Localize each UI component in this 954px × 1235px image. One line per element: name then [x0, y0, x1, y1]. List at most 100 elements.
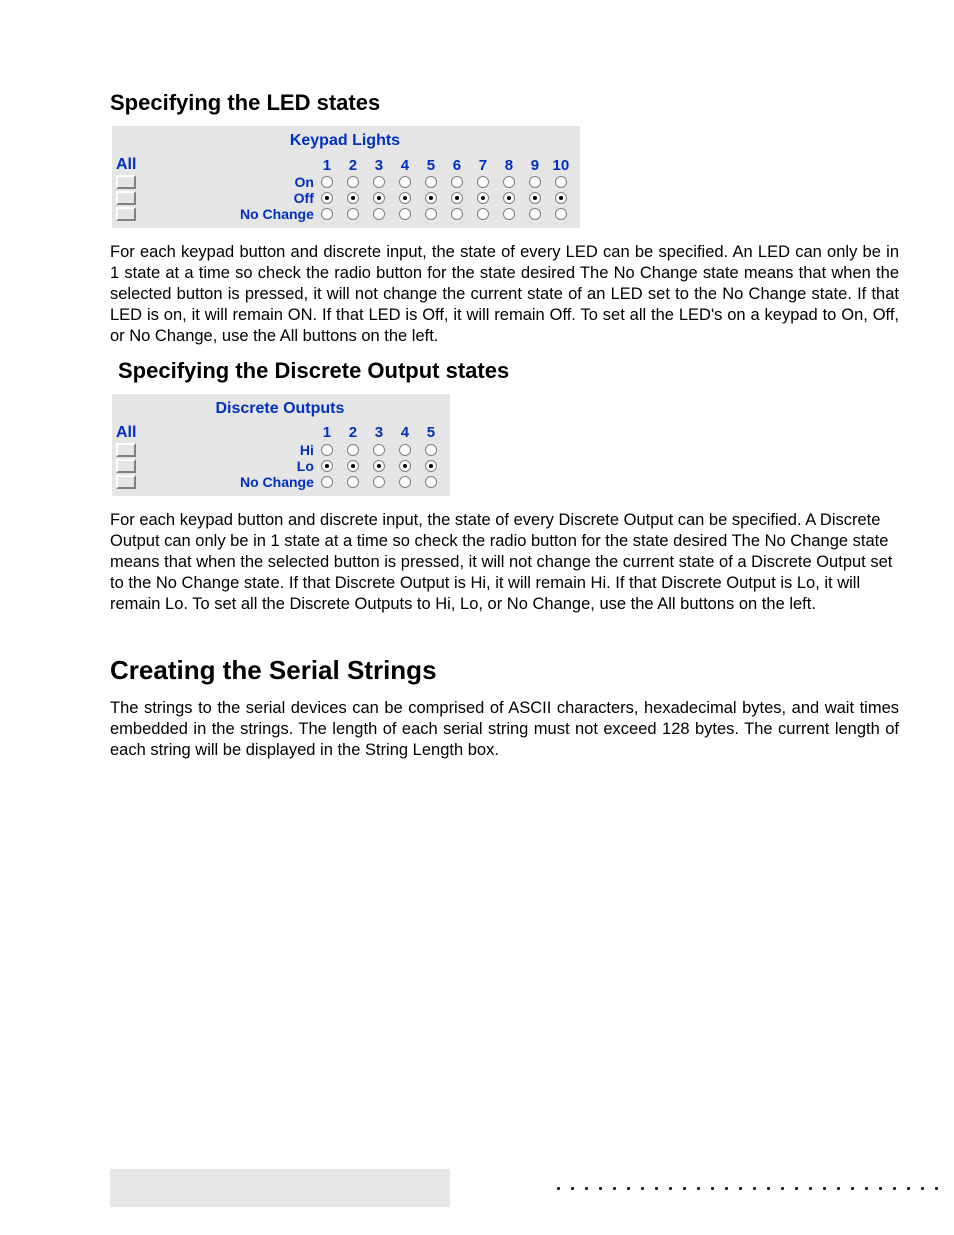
led-column-8: 8: [496, 156, 522, 174]
led-radio-off-5[interactable]: [425, 192, 437, 204]
discrete-radio-lo-2[interactable]: [347, 460, 359, 472]
led-radio-no-change-6[interactable]: [451, 208, 463, 220]
discrete-row-label-no-change: No Change: [240, 474, 314, 490]
discrete-radio-hi-3[interactable]: [373, 444, 385, 456]
discrete-row-label-lo: Lo: [240, 458, 314, 474]
led-all-button-on[interactable]: [116, 175, 136, 189]
discrete-radio-lo-5[interactable]: [425, 460, 437, 472]
discrete-radio-hi-4[interactable]: [399, 444, 411, 456]
discrete-all-button-no-change[interactable]: [116, 475, 136, 489]
led-radio-no-change-10[interactable]: [555, 208, 567, 220]
footer-dot: [571, 1187, 574, 1190]
led-column-4: 4: [392, 156, 418, 174]
led-column-10: 10: [548, 156, 574, 174]
discrete-column-2: 2: [340, 424, 366, 442]
led-radio-no-change-5[interactable]: [425, 208, 437, 220]
discrete-radio-hi-2[interactable]: [347, 444, 359, 456]
led-radio-no-change-2[interactable]: [347, 208, 359, 220]
led-row-label-on: On: [240, 174, 314, 190]
footer-dot: [641, 1187, 644, 1190]
footer-dot: [823, 1187, 826, 1190]
led-radio-off-4[interactable]: [399, 192, 411, 204]
footer-dot: [725, 1187, 728, 1190]
led-radio-on-1[interactable]: [321, 176, 333, 188]
footer-dot: [795, 1187, 798, 1190]
led-radio-no-change-1[interactable]: [321, 208, 333, 220]
discrete-radio-lo-4[interactable]: [399, 460, 411, 472]
discrete-radio-no-change-1[interactable]: [321, 476, 333, 488]
led-radio-off-2[interactable]: [347, 192, 359, 204]
footer-dot: [683, 1187, 686, 1190]
discrete-outputs-grid: All 12345 HiLoNo Change: [116, 424, 444, 490]
discrete-radio-hi-5[interactable]: [425, 444, 437, 456]
led-radio-on-4[interactable]: [399, 176, 411, 188]
footer-dot: [879, 1187, 882, 1190]
led-radio-off-3[interactable]: [373, 192, 385, 204]
discrete-radio-no-change-2[interactable]: [347, 476, 359, 488]
discrete-all-button-hi[interactable]: [116, 443, 136, 457]
led-radio-no-change-8[interactable]: [503, 208, 515, 220]
led-radio-no-change-4[interactable]: [399, 208, 411, 220]
footer-dot: [935, 1187, 938, 1190]
led-row-label-no-change: No Change: [240, 206, 314, 222]
led-radio-off-6[interactable]: [451, 192, 463, 204]
discrete-radio-no-change-4[interactable]: [399, 476, 411, 488]
footer-dot: [739, 1187, 742, 1190]
footer-dot: [781, 1187, 784, 1190]
led-radio-on-8[interactable]: [503, 176, 515, 188]
led-radio-on-2[interactable]: [347, 176, 359, 188]
heading-discrete-output-states: Specifying the Discrete Output states: [118, 358, 899, 384]
led-radio-off-9[interactable]: [529, 192, 541, 204]
discrete-radio-lo-3[interactable]: [373, 460, 385, 472]
led-radio-on-10[interactable]: [555, 176, 567, 188]
discrete-row-label-hi: Hi: [240, 442, 314, 458]
discrete-column-1: 1: [314, 424, 340, 442]
footer-dot: [585, 1187, 588, 1190]
led-all-button-off[interactable]: [116, 191, 136, 205]
serial-paragraph: The strings to the serial devices can be…: [110, 698, 899, 761]
led-radio-no-change-7[interactable]: [477, 208, 489, 220]
discrete-radio-hi-1[interactable]: [321, 444, 333, 456]
footer-dot: [669, 1187, 672, 1190]
led-radio-off-8[interactable]: [503, 192, 515, 204]
footer-dot: [697, 1187, 700, 1190]
led-column-6: 6: [444, 156, 470, 174]
footer-dot: [921, 1187, 924, 1190]
led-radio-on-9[interactable]: [529, 176, 541, 188]
discrete-radio-no-change-3[interactable]: [373, 476, 385, 488]
discrete-column-4: 4: [392, 424, 418, 442]
footer-dot: [809, 1187, 812, 1190]
footer-dot: [557, 1187, 560, 1190]
led-all-button-no-change[interactable]: [116, 207, 136, 221]
footer-dot: [627, 1187, 630, 1190]
discrete-radio-lo-1[interactable]: [321, 460, 333, 472]
led-radio-on-3[interactable]: [373, 176, 385, 188]
led-radio-off-10[interactable]: [555, 192, 567, 204]
led-all-label: All: [116, 156, 240, 174]
led-column-3: 3: [366, 156, 392, 174]
led-radio-no-change-9[interactable]: [529, 208, 541, 220]
footer-dot: [907, 1187, 910, 1190]
footer-dot: [837, 1187, 840, 1190]
discrete-column-3: 3: [366, 424, 392, 442]
discrete-radio-no-change-5[interactable]: [425, 476, 437, 488]
footer-dot: [851, 1187, 854, 1190]
led-radio-off-7[interactable]: [477, 192, 489, 204]
discrete-all-label: All: [116, 424, 240, 442]
led-radio-on-5[interactable]: [425, 176, 437, 188]
led-radio-on-6[interactable]: [451, 176, 463, 188]
discrete-column-5: 5: [418, 424, 444, 442]
footer-dot: [599, 1187, 602, 1190]
led-radio-on-7[interactable]: [477, 176, 489, 188]
footer-dot: [753, 1187, 756, 1190]
footer-dots: [488, 1169, 942, 1207]
footer-dot: [893, 1187, 896, 1190]
discrete-outputs-title: Discrete Outputs: [116, 400, 444, 418]
discrete-all-button-lo[interactable]: [116, 459, 136, 473]
footer-dot: [865, 1187, 868, 1190]
led-radio-off-1[interactable]: [321, 192, 333, 204]
footer-bar: [110, 1169, 942, 1207]
discrete-paragraph: For each keypad button and discrete inpu…: [110, 510, 899, 616]
led-radio-no-change-3[interactable]: [373, 208, 385, 220]
keypad-lights-title: Keypad Lights: [116, 132, 574, 150]
